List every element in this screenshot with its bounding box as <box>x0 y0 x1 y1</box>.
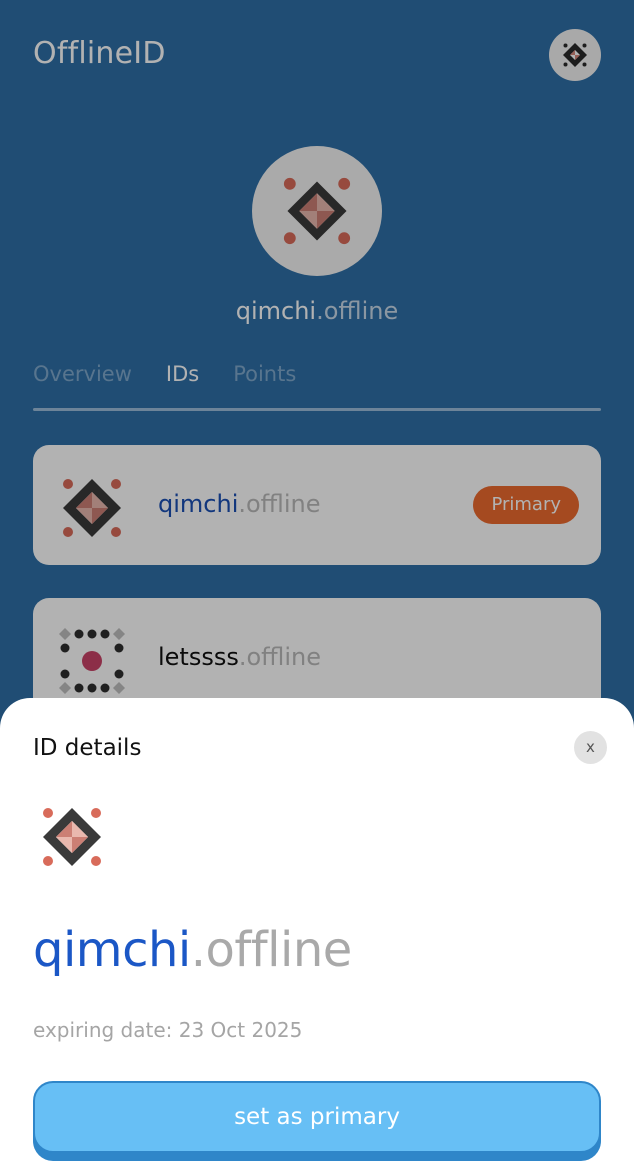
set-as-primary-button[interactable]: set as primary <box>33 1081 601 1153</box>
sheet-title: ID details <box>33 735 142 761</box>
expiring-date: expiring date: 23 Oct 2025 <box>33 1018 303 1042</box>
close-button[interactable]: x <box>574 731 607 764</box>
detail-name-suffix: .offline <box>190 922 353 978</box>
id-details-sheet: ID details x qimchi.offline expiring dat… <box>0 698 634 1163</box>
app-screen: OfflineID qimchi.offline Overview IDs Po… <box>0 0 634 1163</box>
quilt-pattern-icon <box>43 808 101 866</box>
id-detail-name: qimchi.offline <box>33 922 352 978</box>
detail-name-main: qimchi <box>33 922 191 978</box>
